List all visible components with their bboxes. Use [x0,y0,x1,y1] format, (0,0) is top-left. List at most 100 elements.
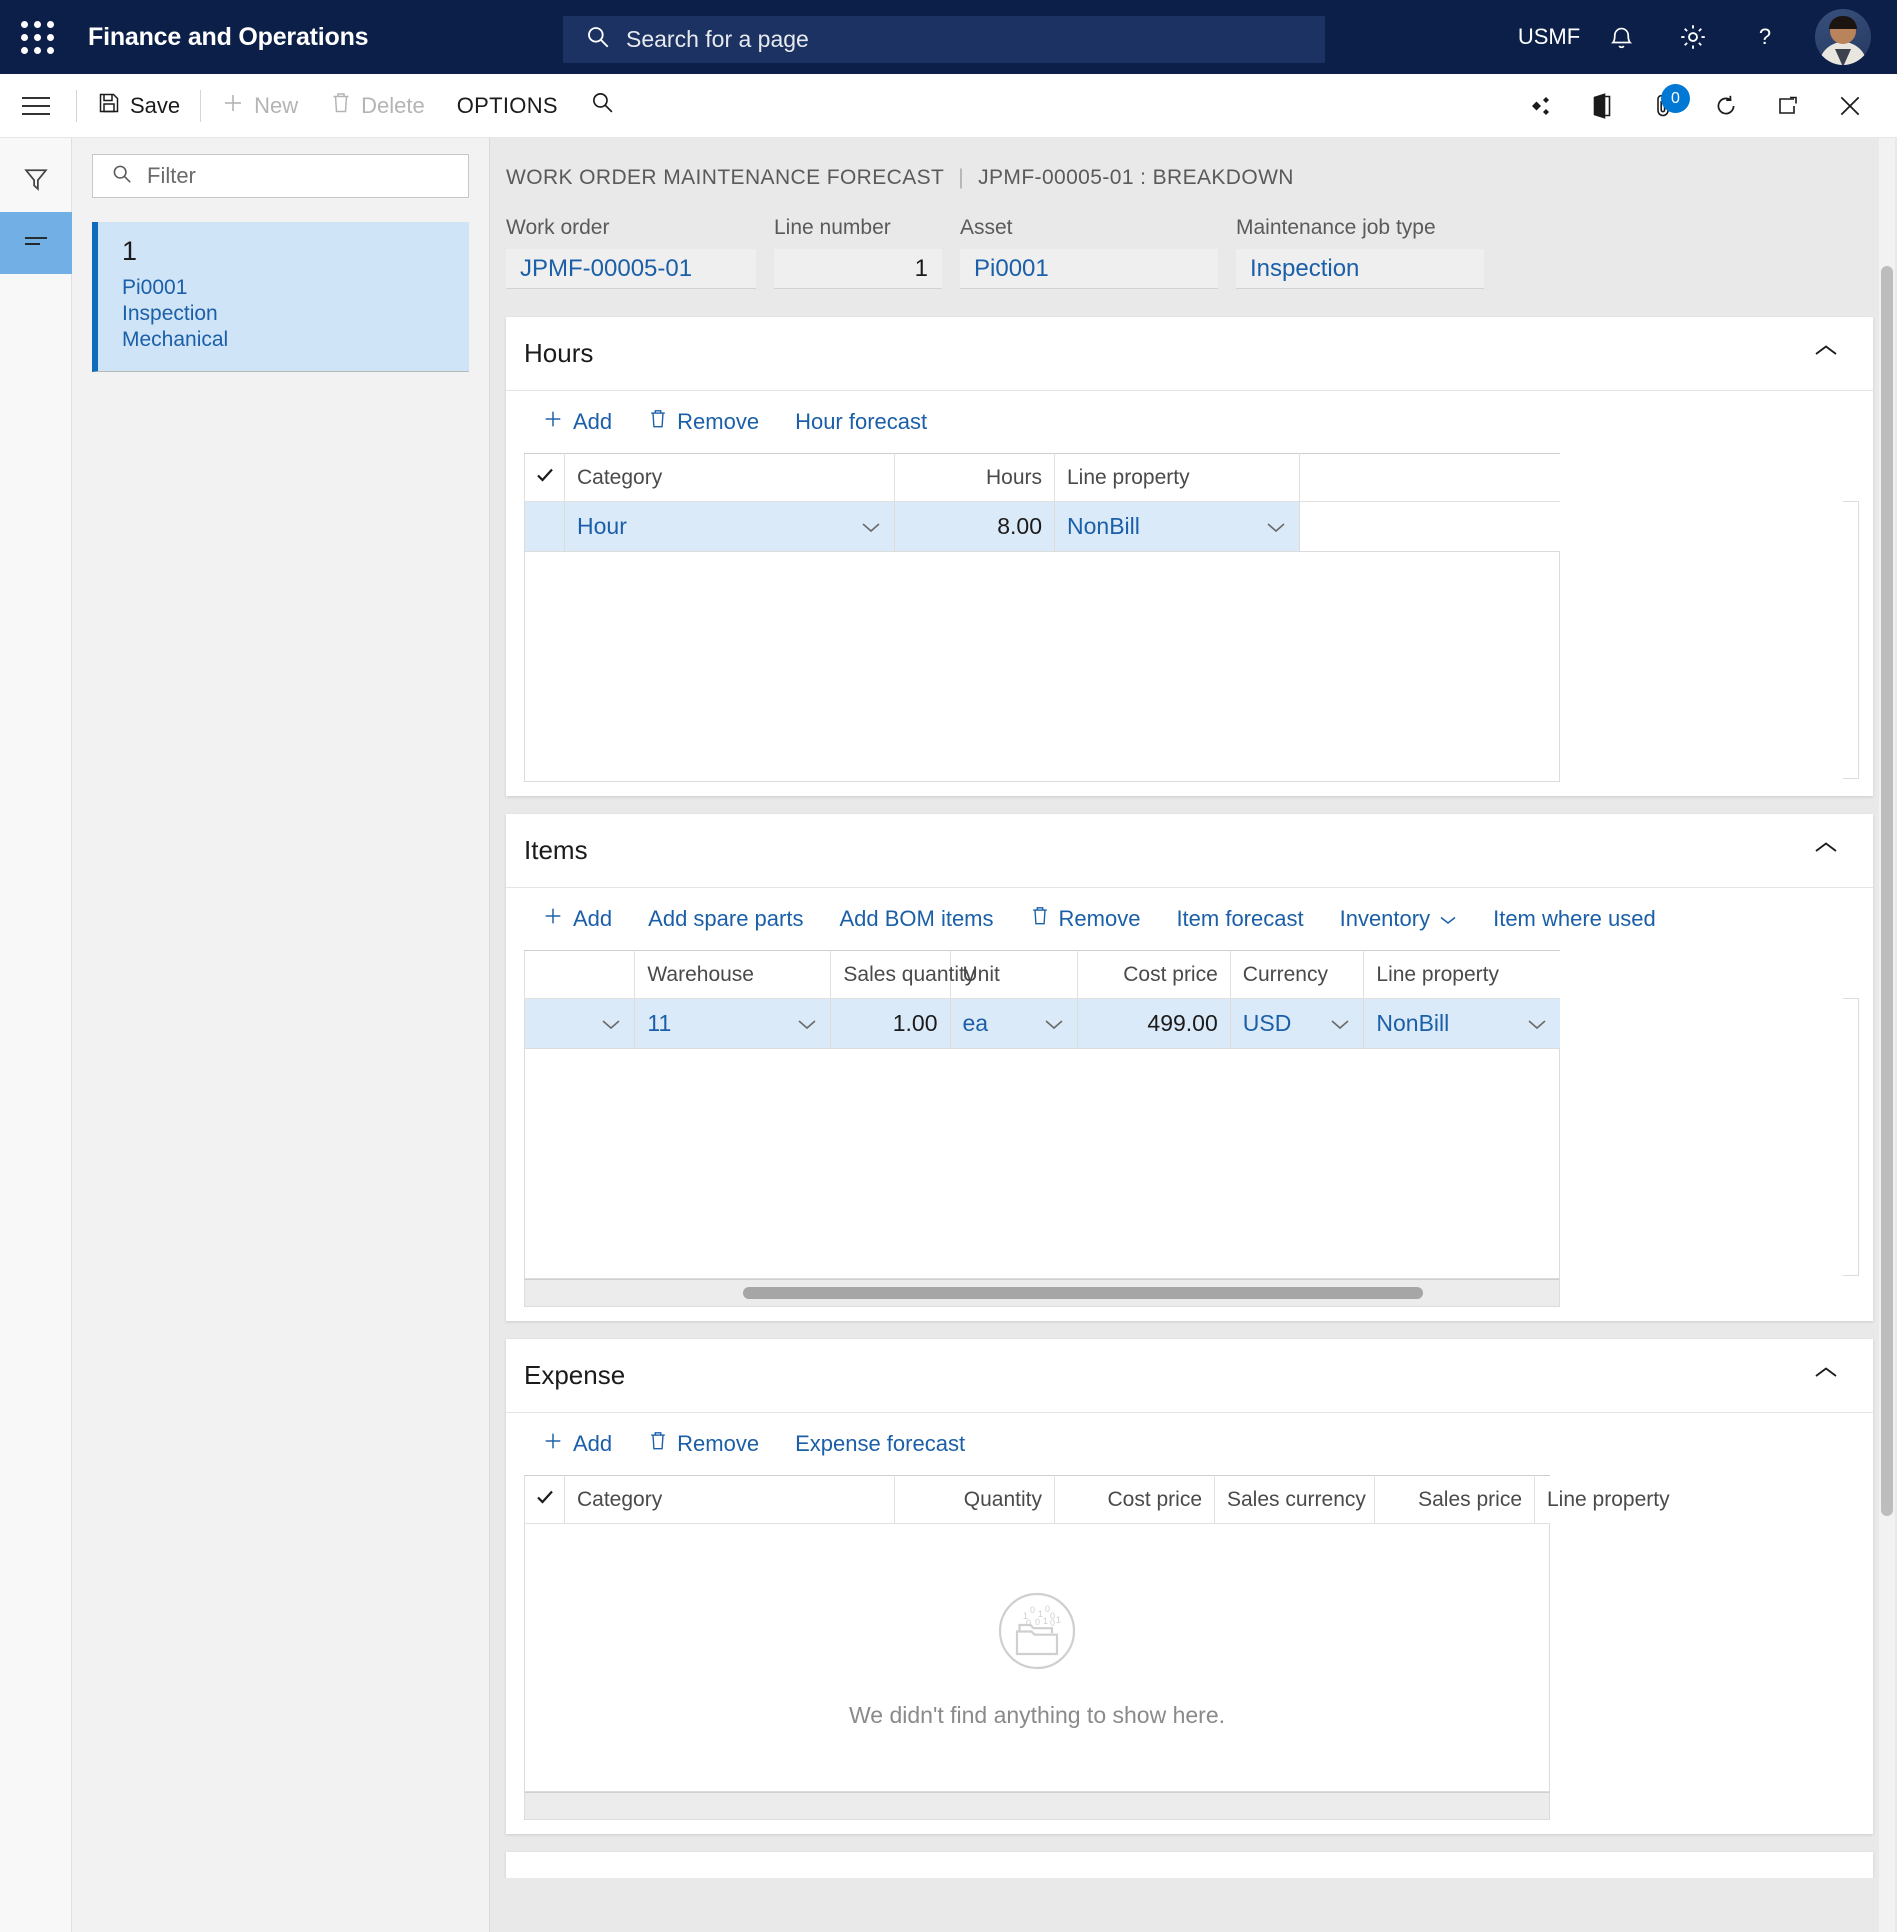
expense-grid-horizontal-scrollbar[interactable] [524,1792,1550,1820]
expense-col-quantity[interactable]: Quantity [894,1475,1055,1524]
list-pane-button[interactable] [0,212,72,274]
new-button[interactable]: New [205,74,314,138]
hours-select-all-checkbox[interactable] [524,453,565,502]
chevron-down-icon[interactable] [860,513,882,540]
items-add-button[interactable]: Add [524,896,630,942]
attachments-icon[interactable]: 0 [1633,74,1695,138]
items-col-lineproperty[interactable]: Line property [1363,950,1560,999]
save-button[interactable]: Save [81,74,196,138]
hours-grid-vertical-scrollbar[interactable] [1843,501,1859,779]
filter-placeholder: Filter [147,163,196,188]
items-grid: Warehouse Sales quantity Unit Cost price… [523,950,1859,1321]
notifications-bell-icon[interactable] [1585,0,1657,74]
expense-grid-table: Category Quantity Cost price Sales curre… [524,1475,1670,1524]
asset-input[interactable]: Pi0001 [960,249,1218,289]
close-icon[interactable] [1819,74,1881,138]
items-remove-button[interactable]: Remove [1012,896,1159,942]
chevron-down-icon[interactable] [1526,1010,1548,1037]
inventory-menu-button[interactable]: Inventory [1322,896,1476,942]
expense-remove-button[interactable]: Remove [630,1421,777,1467]
page-search-button[interactable] [574,74,631,138]
add-spare-parts-button[interactable]: Add spare parts [630,896,821,942]
items-col-unit[interactable]: Unit [949,950,1079,999]
items-grid-horizontal-scrollbar[interactable] [524,1279,1560,1307]
navigation-menu-button[interactable] [0,74,72,138]
items-row-warehouse-value: 11 [647,1010,672,1036]
expense-col-salescurrency[interactable]: Sales currency [1214,1475,1375,1524]
hours-remove-button[interactable]: Remove [630,399,777,445]
chevron-down-icon[interactable] [796,1010,818,1037]
chevron-up-icon[interactable] [1807,337,1845,370]
settings-gear-icon[interactable] [1657,0,1729,74]
chevron-up-icon[interactable] [1807,1359,1845,1392]
hours-col-category[interactable]: Category [564,453,895,502]
items-row-salesquantity[interactable]: 1.00 [830,998,951,1049]
table-row[interactable]: 11 1.00 ea 499.00 USD NonBill [523,998,1560,1049]
items-col-blank[interactable] [523,950,636,999]
page-vertical-scrollbar[interactable] [1879,138,1895,1932]
hours-row-hours[interactable]: 8.00 [894,501,1055,552]
items-col-currency[interactable]: Currency [1229,950,1365,999]
chevron-down-icon[interactable] [1265,513,1287,540]
filter-pane-button[interactable] [0,150,72,212]
items-row-currency[interactable]: USD [1229,998,1365,1049]
items-row-warehouse[interactable]: 11 [634,998,832,1049]
global-search-input[interactable]: Search for a page [563,16,1325,63]
options-button[interactable]: OPTIONS [441,74,574,138]
hours-add-button[interactable]: Add [524,399,630,445]
items-row-costprice[interactable]: 499.00 [1077,998,1231,1049]
add-bom-items-button[interactable]: Add BOM items [821,896,1011,942]
refresh-icon[interactable] [1695,74,1757,138]
expense-forecast-button[interactable]: Expense forecast [777,1421,983,1467]
expense-grid-header-row: Category Quantity Cost price Sales curre… [524,1475,1670,1524]
chevron-down-icon[interactable] [600,1010,622,1037]
popout-icon[interactable] [1757,74,1819,138]
footer-strip [490,1878,1897,1890]
items-grid-vertical-scrollbar[interactable] [1843,998,1859,1276]
help-question-icon[interactable]: ? [1729,0,1801,74]
company-selector[interactable]: USMF [1513,0,1585,74]
items-row-lineproperty[interactable]: NonBill [1363,998,1560,1049]
hours-row-category[interactable]: Hour [564,501,895,552]
work-order-input[interactable]: JPMF-00005-01 [506,249,756,289]
maintenance-job-type-input[interactable]: Inspection [1236,249,1484,289]
items-col-warehouse[interactable]: Warehouse [634,950,832,999]
hours-row-lineproperty[interactable]: NonBill [1054,501,1300,552]
flow-icon[interactable] [1509,74,1571,138]
line-number-input[interactable]: 1 [774,249,942,289]
expense-add-button[interactable]: Add [524,1421,630,1467]
office-icon[interactable] [1571,74,1633,138]
chevron-down-icon [1439,906,1457,932]
delete-button[interactable]: Delete [314,74,441,138]
expense-col-costprice[interactable]: Cost price [1054,1475,1215,1524]
app-launcher-button[interactable] [0,0,74,74]
item-where-used-button[interactable]: Item where used [1475,896,1674,942]
trash-icon [648,408,668,436]
expense-col-salesprice[interactable]: Sales price [1374,1475,1535,1524]
expense-col-lineproperty[interactable]: Line property [1534,1475,1670,1524]
search-icon [590,90,615,121]
filter-input[interactable]: Filter [92,154,469,198]
hour-forecast-button[interactable]: Hour forecast [777,399,945,445]
chevron-down-icon[interactable] [1043,1010,1065,1037]
chevron-up-icon[interactable] [1807,834,1845,867]
items-col-salesquantity[interactable]: Sales quantity [830,950,975,999]
list-item[interactable]: 1 Pi0001 Inspection Mechanical [92,222,469,373]
items-row-blank[interactable] [523,998,636,1049]
user-avatar[interactable] [1815,9,1871,65]
items-col-costprice[interactable]: Cost price [1077,950,1231,999]
scrollbar-thumb[interactable] [1881,266,1893,1516]
hours-col-hours[interactable]: Hours [894,453,1055,502]
hours-col-lineproperty[interactable]: Line property [1054,453,1300,502]
items-grid-table: Warehouse Sales quantity Unit Cost price… [523,950,1560,1049]
item-forecast-button[interactable]: Item forecast [1158,896,1321,942]
expense-select-all-checkbox[interactable] [524,1475,565,1524]
items-row-unit[interactable]: ea [949,998,1079,1049]
expense-col-category[interactable]: Category [564,1475,895,1524]
table-row[interactable]: Hour 8.00 NonBill [524,501,1560,552]
scrollbar-thumb[interactable] [743,1287,1423,1299]
hours-row-checkbox[interactable] [524,501,565,552]
asset-label: Asset [960,216,1013,239]
header-fields: Work order JPMF-00005-01 Line number 1 A… [490,190,1897,317]
chevron-down-icon[interactable] [1329,1010,1351,1037]
